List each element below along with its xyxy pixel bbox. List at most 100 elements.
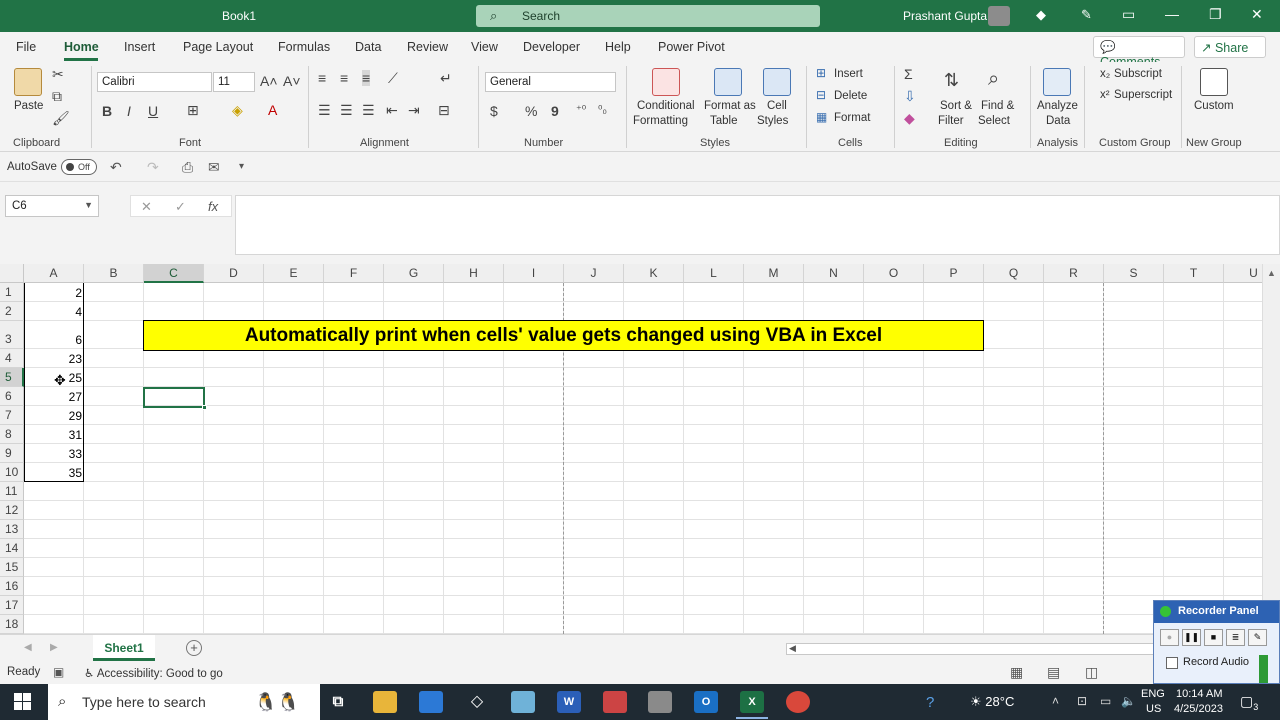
column-header-d[interactable]: D bbox=[204, 264, 264, 283]
sheet-tab-sheet1[interactable]: Sheet1 bbox=[93, 635, 155, 661]
increase-decimal-icon[interactable]: ⁺⁰ bbox=[576, 103, 586, 116]
next-sheet-icon[interactable]: ▶ bbox=[50, 642, 58, 653]
row-header-4[interactable]: 4 bbox=[0, 349, 24, 368]
autosave-toggle[interactable]: Off bbox=[61, 159, 97, 175]
align-center-icon[interactable]: ☰ bbox=[340, 102, 353, 119]
subscript-icon[interactable]: x₂ bbox=[1100, 68, 1110, 80]
tab-file[interactable]: File bbox=[16, 40, 36, 54]
fill-color-icon[interactable]: ◈ bbox=[232, 102, 243, 119]
outlook-icon[interactable]: O bbox=[694, 691, 718, 713]
italic-button[interactable]: I bbox=[127, 103, 131, 119]
row-header-12[interactable]: 12 bbox=[0, 501, 24, 520]
font-name-select[interactable]: Calibri bbox=[97, 72, 212, 92]
format-painter-icon[interactable]: 🖌 bbox=[52, 110, 70, 127]
merge-center-icon[interactable]: ⊟ bbox=[438, 102, 450, 119]
column-header-j[interactable]: J bbox=[564, 264, 624, 283]
font-size-select[interactable]: 11 bbox=[213, 72, 255, 92]
row-header-9[interactable]: 9 bbox=[0, 444, 24, 463]
dropbox-icon[interactable]: ◇ bbox=[465, 691, 489, 713]
number-format-select[interactable]: General bbox=[485, 72, 616, 92]
row-header-5[interactable]: 5 bbox=[0, 368, 24, 387]
column-header-h[interactable]: H bbox=[444, 264, 504, 283]
clock-time[interactable]: 10:14 AM bbox=[1176, 688, 1222, 700]
cell-a10[interactable]: 35 bbox=[24, 466, 84, 480]
notes-app-icon[interactable] bbox=[511, 691, 535, 713]
settings-icon[interactable]: ≣ bbox=[1226, 629, 1245, 646]
column-header-u[interactable]: U bbox=[1224, 264, 1262, 283]
bold-button[interactable]: B bbox=[102, 103, 112, 119]
recorder-header[interactable]: Recorder Panel bbox=[1154, 601, 1279, 623]
tab-formulas[interactable]: Formulas bbox=[278, 40, 330, 54]
delete-cells-icon[interactable]: ⊟ bbox=[816, 88, 826, 102]
diamond-icon[interactable]: ◆ bbox=[1036, 7, 1046, 23]
row-header-13[interactable]: 13 bbox=[0, 520, 24, 539]
underline-button[interactable]: U bbox=[148, 103, 158, 119]
column-header-a[interactable]: A bbox=[24, 264, 84, 283]
copy-icon[interactable]: ⧉ bbox=[52, 88, 62, 105]
decrease-indent-icon[interactable]: ⇤ bbox=[386, 102, 398, 119]
superscript-button[interactable]: Superscript bbox=[1114, 89, 1172, 101]
borders-icon[interactable]: ⊞ bbox=[187, 102, 199, 119]
delete-cells-button[interactable]: Delete bbox=[834, 90, 867, 102]
draw-icon[interactable]: ✎ bbox=[1248, 629, 1267, 646]
orientation-icon[interactable]: ⟋ bbox=[388, 70, 398, 87]
row-header-11[interactable]: 11 bbox=[0, 482, 24, 501]
clear-icon[interactable]: ◆ bbox=[904, 110, 915, 127]
prev-sheet-icon[interactable]: ◀ bbox=[24, 642, 32, 653]
align-middle-icon[interactable]: ≡ bbox=[340, 70, 348, 86]
column-header-g[interactable]: G bbox=[384, 264, 444, 283]
page-layout-view-icon[interactable]: ▤ bbox=[1047, 664, 1060, 681]
insert-cells-button[interactable]: Insert bbox=[834, 68, 863, 80]
column-header-c[interactable]: C bbox=[144, 264, 204, 283]
align-right-icon[interactable]: ☰ bbox=[362, 102, 375, 119]
cell-a8[interactable]: 31 bbox=[24, 428, 84, 442]
redo-icon[interactable]: ↷ bbox=[147, 159, 159, 176]
column-header-r[interactable]: R bbox=[1044, 264, 1104, 283]
cancel-icon[interactable]: ✕ bbox=[141, 199, 152, 215]
row-header-3[interactable]: 3 bbox=[0, 321, 24, 349]
column-header-f[interactable]: F bbox=[324, 264, 384, 283]
close-icon[interactable]: ✕ bbox=[1251, 6, 1263, 23]
row-header-18[interactable]: 18 bbox=[0, 615, 24, 634]
increase-font-icon[interactable]: A˄ bbox=[260, 73, 278, 89]
horizontal-scrollbar[interactable]: ◀ bbox=[786, 643, 1156, 655]
tab-power-pivot[interactable]: Power Pivot bbox=[658, 40, 725, 54]
percent-button[interactable]: % bbox=[525, 103, 537, 119]
column-header-i[interactable]: I bbox=[504, 264, 564, 283]
chrome-icon[interactable] bbox=[786, 691, 810, 713]
windows-start-icon[interactable] bbox=[14, 693, 31, 710]
column-header-e[interactable]: E bbox=[264, 264, 324, 283]
comments-button[interactable]: 💬 Comments bbox=[1093, 36, 1185, 69]
tab-page-layout[interactable]: Page Layout bbox=[183, 40, 253, 54]
row-header-1[interactable]: 1 bbox=[0, 283, 24, 302]
restore-icon[interactable]: ❐ bbox=[1209, 6, 1222, 23]
row-header-8[interactable]: 8 bbox=[0, 425, 24, 444]
accessibility-status[interactable]: ♿ Accessibility: Good to go bbox=[84, 666, 223, 680]
clock-date[interactable]: 4/25/2023 bbox=[1174, 703, 1223, 715]
row-header-7[interactable]: 7 bbox=[0, 406, 24, 425]
avatar[interactable] bbox=[988, 6, 1010, 26]
chevron-up-icon[interactable]: ˄ bbox=[1052, 694, 1059, 708]
tab-home[interactable]: Home bbox=[64, 40, 99, 54]
store-icon[interactable] bbox=[419, 691, 443, 713]
format-cells-button[interactable]: Format bbox=[834, 112, 870, 124]
cell-a9[interactable]: 33 bbox=[24, 447, 84, 461]
fill-icon[interactable]: ⇩ bbox=[904, 88, 916, 105]
macro-record-icon[interactable]: ▣ bbox=[53, 665, 64, 679]
tab-view[interactable]: View bbox=[471, 40, 498, 54]
network-icon[interactable]: ⊡ bbox=[1077, 694, 1087, 708]
tab-data[interactable]: Data bbox=[355, 40, 381, 54]
ribbon-display-icon[interactable]: ▭ bbox=[1122, 6, 1135, 23]
decrease-font-icon[interactable]: A˅ bbox=[283, 73, 301, 89]
minimize-icon[interactable]: — bbox=[1165, 6, 1179, 22]
worksheet-grid[interactable]: A B C D E F G H I J K L M N O P Q R S T U 1 2 3 4 5 6 7 8 9 10 11 12 13 14… bbox=[0, 264, 1262, 634]
customize-qat-icon[interactable]: ▾ bbox=[239, 161, 244, 172]
currency-button[interactable]: $ bbox=[490, 103, 498, 119]
email-icon[interactable]: ✉ bbox=[208, 159, 220, 176]
row-header-10[interactable]: 10 bbox=[0, 463, 24, 482]
decrease-decimal-icon[interactable]: ⁰₀ bbox=[598, 103, 607, 116]
align-left-icon[interactable]: ☰ bbox=[318, 102, 331, 119]
cell-a7[interactable]: 29 bbox=[24, 409, 84, 423]
cell-a2[interactable]: 4 bbox=[24, 305, 84, 319]
column-header-k[interactable]: K bbox=[624, 264, 684, 283]
